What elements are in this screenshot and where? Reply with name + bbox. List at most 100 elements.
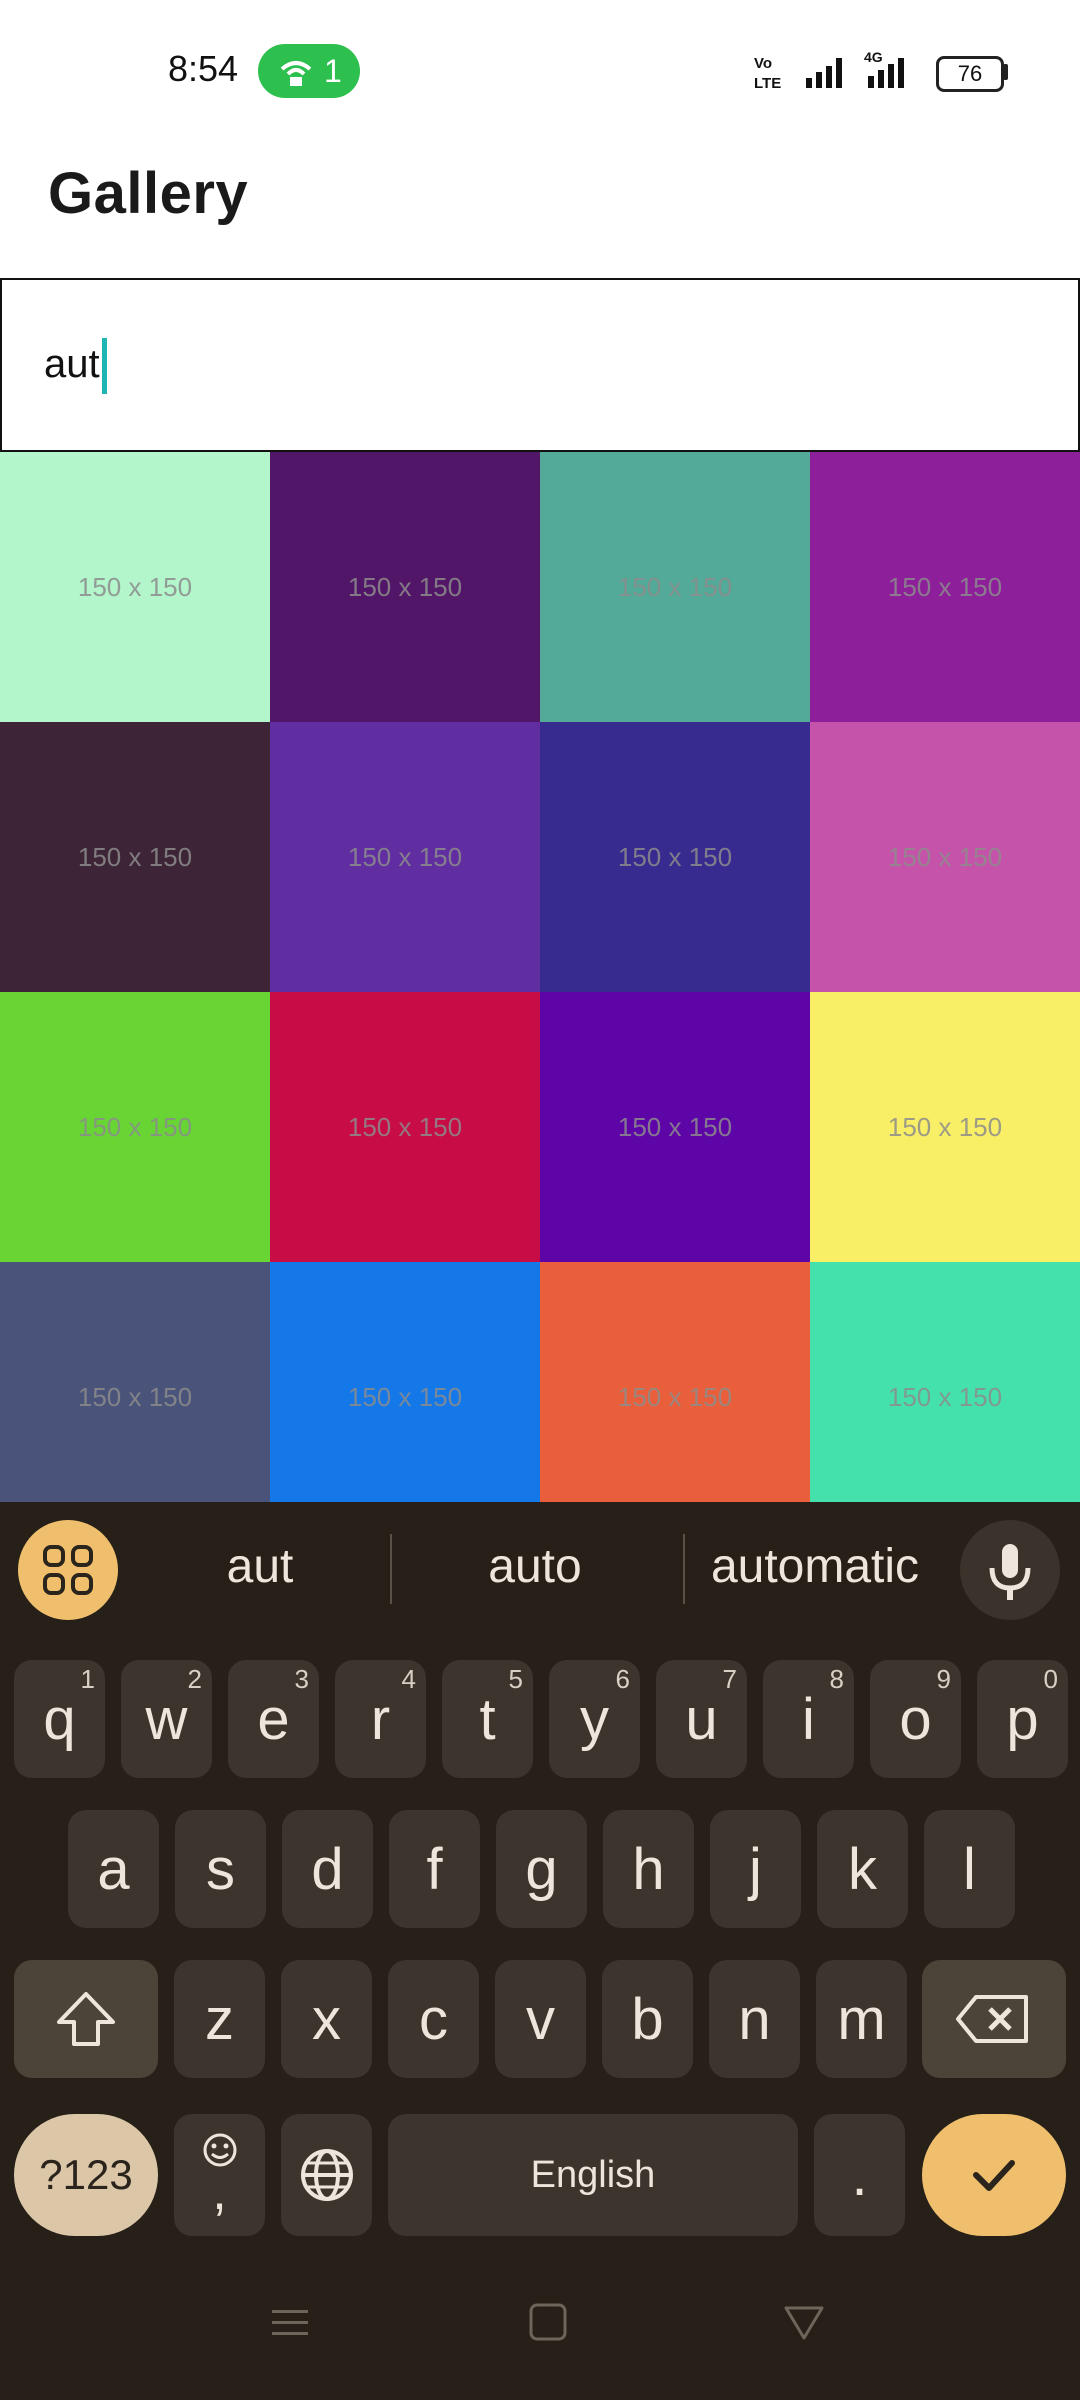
- comma-label: ,: [212, 2163, 227, 2221]
- key-x[interactable]: x: [281, 1960, 372, 2078]
- key-hint: 7: [722, 1664, 737, 1694]
- menu-icon[interactable]: [268, 2300, 312, 2344]
- key-m[interactable]: m: [816, 1960, 907, 2078]
- tile-label: 150 x 150: [347, 1381, 463, 1412]
- battery-tip: [1003, 64, 1008, 80]
- key-label: g: [525, 1836, 558, 1902]
- key-u[interactable]: u7: [656, 1660, 747, 1778]
- key-label: English: [530, 2153, 656, 2196]
- key-c[interactable]: c: [388, 1960, 479, 2078]
- gallery-image-tile[interactable]: 150 x 150: [270, 722, 540, 992]
- key-g[interactable]: g: [496, 1810, 587, 1928]
- status-bar: 8:54 1 Vo LTE 4G 76: [0, 0, 1080, 140]
- key-label: y: [580, 1686, 609, 1752]
- key-v[interactable]: v: [495, 1960, 586, 2078]
- key-a[interactable]: a: [68, 1810, 159, 1928]
- gallery-image-tile[interactable]: 150 x 150: [0, 452, 270, 722]
- back-icon[interactable]: [782, 2300, 826, 2344]
- key-hint: 4: [401, 1664, 416, 1694]
- gallery-image-tile[interactable]: 150 x 150: [270, 992, 540, 1262]
- key-label: t: [479, 1686, 496, 1752]
- space-key[interactable]: English: [388, 2114, 798, 2236]
- search-input[interactable]: aut: [0, 278, 1080, 452]
- key-h[interactable]: h: [603, 1810, 694, 1928]
- key-f[interactable]: f: [389, 1810, 480, 1928]
- key-l[interactable]: l: [924, 1810, 1015, 1928]
- language-key[interactable]: [281, 2114, 372, 2236]
- gallery-image-tile[interactable]: 150 x 150: [810, 992, 1080, 1262]
- key-hint: 6: [615, 1664, 630, 1694]
- key-hint: 5: [508, 1664, 523, 1694]
- key-label: b: [631, 1986, 664, 2052]
- key-o[interactable]: o9: [870, 1660, 961, 1778]
- key-label: e: [257, 1686, 290, 1752]
- key-label: k: [848, 1836, 877, 1902]
- key-area: q 1 w 2 e 3 r 4 t 5 y 6 u 7 i 8 o 9 p 0 a s d f g h j k l z x c v b n m ?123…: [0, 1502, 1080, 2262]
- gallery-image-tile[interactable]: 150 x 150: [0, 992, 270, 1262]
- key-label: f: [426, 1836, 443, 1902]
- tile-label: 150 x 150: [347, 841, 463, 872]
- gallery-image-tile[interactable]: 150 x 150: [0, 722, 270, 992]
- gallery-image-tile[interactable]: 150 x 150: [810, 452, 1080, 722]
- gallery-image-tile[interactable]: 150 x 150: [810, 1262, 1080, 1502]
- symbols-key[interactable]: ?123: [14, 2114, 158, 2236]
- shift-icon: [57, 1992, 115, 2046]
- checkmark-icon: [973, 2160, 1015, 2191]
- key-k[interactable]: k: [817, 1810, 908, 1928]
- home-icon[interactable]: [526, 2300, 570, 2344]
- emoji-comma-key[interactable]: ,: [174, 2114, 265, 2236]
- key-p[interactable]: p0: [977, 1660, 1068, 1778]
- key-label: c: [419, 1986, 448, 2052]
- gallery-image-tile[interactable]: 150 x 150: [540, 1262, 810, 1502]
- key-s[interactable]: s: [175, 1810, 266, 1928]
- done-key[interactable]: [922, 2114, 1066, 2236]
- key-z[interactable]: z: [174, 1960, 265, 2078]
- key-label: n: [738, 1986, 771, 2052]
- key-label: w: [145, 1686, 188, 1752]
- key-t[interactable]: t5: [442, 1660, 533, 1778]
- key-label: p: [1006, 1686, 1039, 1752]
- key-label: v: [526, 1986, 555, 2052]
- period-key[interactable]: .: [814, 2114, 905, 2236]
- tile-label: 150 x 150: [77, 1111, 193, 1142]
- gallery-image-tile[interactable]: 150 x 150: [540, 452, 810, 722]
- tile-label: 150 x 150: [77, 571, 193, 602]
- key-label: ?123: [39, 2151, 133, 2198]
- hotspot-badge: 1: [258, 44, 360, 98]
- tile-label: 150 x 150: [617, 841, 733, 872]
- tile-label: 150 x 150: [617, 571, 733, 602]
- key-e[interactable]: e3: [228, 1660, 319, 1778]
- key-label: s: [206, 1836, 235, 1902]
- search-input-value: aut: [44, 342, 100, 386]
- backspace-key[interactable]: [922, 1960, 1066, 2078]
- shift-key[interactable]: [14, 1960, 158, 2078]
- gallery-image-tile[interactable]: 150 x 150: [540, 722, 810, 992]
- key-q[interactable]: q1: [14, 1660, 105, 1778]
- key-label: h: [632, 1836, 665, 1902]
- hotspot-icon: [280, 61, 312, 86]
- key-n[interactable]: n: [709, 1960, 800, 2078]
- key-i[interactable]: i8: [763, 1660, 854, 1778]
- signal-icons: Vo LTE 4G: [754, 49, 904, 92]
- key-b[interactable]: b: [602, 1960, 693, 2078]
- tile-label: 150 x 150: [77, 841, 193, 872]
- svg-text:Vo: Vo: [754, 55, 772, 72]
- key-label: l: [963, 1836, 976, 1902]
- key-j[interactable]: j: [710, 1810, 801, 1928]
- gallery-grid: 150 x 150 150 x 150 150 x 150 150 x 150 150 …: [0, 452, 1080, 1502]
- key-d[interactable]: d: [282, 1810, 373, 1928]
- gallery-image-tile[interactable]: 150 x 150: [270, 1262, 540, 1502]
- key-w[interactable]: w2: [121, 1660, 212, 1778]
- backspace-icon: [956, 1995, 1028, 2043]
- gallery-image-tile[interactable]: 150 x 150: [0, 1262, 270, 1502]
- key-label: u: [685, 1686, 718, 1752]
- key-label: j: [749, 1836, 762, 1902]
- key-y[interactable]: y6: [549, 1660, 640, 1778]
- gallery-image-tile[interactable]: 150 x 150: [810, 722, 1080, 992]
- gallery-image-tile[interactable]: 150 x 150: [270, 452, 540, 722]
- gallery-image-tile[interactable]: 150 x 150: [540, 992, 810, 1262]
- key-label: o: [899, 1686, 932, 1752]
- tile-label: 150 x 150: [347, 1111, 463, 1142]
- key-r[interactable]: r4: [335, 1660, 426, 1778]
- svg-text:4G: 4G: [864, 49, 883, 65]
